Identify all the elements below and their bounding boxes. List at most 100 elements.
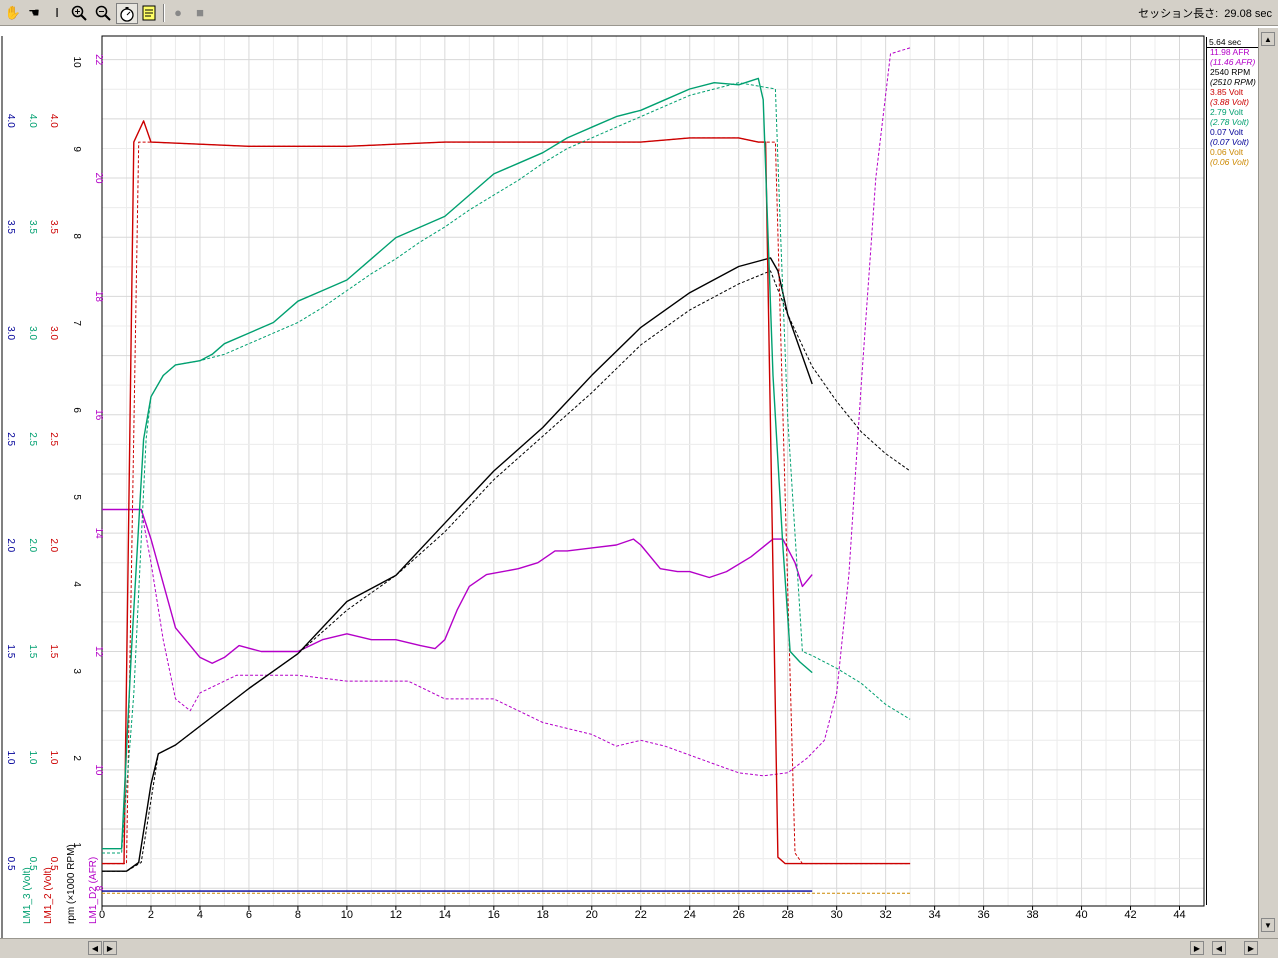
x-tick-label: 34 <box>928 909 940 921</box>
legend-entry: (0.07 Volt) <box>1210 137 1249 147</box>
y-axis-label: LM1_D2 (AFR) <box>88 857 99 924</box>
session-length-label: セッション長さ <box>1138 8 1216 20</box>
y-tick-label: 12 <box>93 646 104 658</box>
toolbar: ✋ ☚ I ● ■ セッション長さ: 29.08 sec <box>0 0 1278 26</box>
vertical-scrollbar[interactable]: ▲ ▼ <box>1258 28 1278 938</box>
y-tick-label: 20 <box>93 172 104 184</box>
legend-entry: (0.06 Volt) <box>1210 157 1249 167</box>
y-tick-label: 2.5 <box>5 432 16 446</box>
y-tick-label: 3 <box>71 668 82 674</box>
record-icon[interactable]: ● <box>168 3 188 22</box>
x-tick-label: 44 <box>1173 909 1185 921</box>
y-tick-label: 2 <box>71 755 82 761</box>
y-tick-label: 6 <box>71 407 82 413</box>
y-tick-label: 18 <box>93 291 104 303</box>
y-tick-label: 2.5 <box>48 432 59 446</box>
y-tick-label: 0.5 <box>5 857 16 871</box>
y-tick-label: 1.0 <box>27 751 38 765</box>
scroll-right-icon-2[interactable]: ▶ <box>1244 941 1258 955</box>
x-tick-label: 28 <box>782 909 794 921</box>
legend-entry: (2.78 Volt) <box>1210 117 1249 127</box>
legend-entry: 3.85 Volt <box>1210 87 1244 97</box>
x-tick-label: 40 <box>1075 909 1087 921</box>
zoom-out-icon[interactable] <box>93 3 113 22</box>
y-axis-label: rpm (×1000 RPM) <box>66 844 77 924</box>
legend-entry: 0.07 Volt <box>1210 127 1244 137</box>
series-line <box>102 120 911 865</box>
horizontal-scrollbar[interactable]: ◀ ▶ ▶ ◀ ▶ <box>0 938 1278 958</box>
notepad-icon[interactable] <box>139 3 159 22</box>
scroll-up-icon[interactable]: ▲ <box>1261 32 1275 46</box>
series-line <box>102 77 813 850</box>
toolbar-separator <box>163 4 165 22</box>
y-tick-label: 2.0 <box>27 538 38 552</box>
y-tick-label: 22 <box>93 54 104 66</box>
stopwatch-icon[interactable] <box>116 3 138 24</box>
legend-time: 5.64 sec <box>1206 37 1258 48</box>
y-tick-label: 14 <box>93 528 104 540</box>
y-tick-label: 1.0 <box>48 751 59 765</box>
legend-entry: (2510 RPM) <box>1210 77 1256 87</box>
scroll-left-icon[interactable]: ◀ <box>88 941 102 955</box>
y-tick-label: 3.5 <box>27 220 38 234</box>
y-tick-label: 1.5 <box>48 644 59 658</box>
y-tick-label: 1.0 <box>5 751 16 765</box>
y-tick-label: 3.5 <box>48 220 59 234</box>
axis-strip <box>0 28 102 938</box>
scroll-down-icon[interactable]: ▼ <box>1261 918 1275 932</box>
y-tick-label: 3.5 <box>5 220 16 234</box>
series-line <box>102 257 813 872</box>
series-line <box>102 82 911 854</box>
y-tick-label: 3.0 <box>48 326 59 340</box>
scroll-right-end-icon[interactable]: ▶ <box>1190 941 1204 955</box>
y-tick-label: 3.0 <box>5 326 16 340</box>
x-tick-label: 6 <box>246 909 252 921</box>
x-tick-label: 24 <box>684 909 696 921</box>
y-tick-label: 7 <box>71 320 82 326</box>
legend-entry: (3.88 Volt) <box>1210 97 1249 107</box>
x-tick-label: 12 <box>390 909 402 921</box>
stop-icon[interactable]: ■ <box>190 3 210 22</box>
scroll-right-icon[interactable]: ▶ <box>103 941 117 955</box>
x-tick-label: 32 <box>880 909 892 921</box>
x-tick-label: 14 <box>439 909 451 921</box>
scroll-left-icon-2[interactable]: ◀ <box>1212 941 1226 955</box>
y-tick-label: 1.5 <box>5 644 16 658</box>
y-tick-label: 1.5 <box>27 644 38 658</box>
x-tick-label: 26 <box>733 909 745 921</box>
plot-frame <box>101 35 1205 907</box>
grab-hand-icon[interactable]: ☚ <box>24 3 44 22</box>
zoom-in-icon[interactable] <box>69 3 89 22</box>
x-tick-label: 2 <box>148 909 154 921</box>
y-axis-label: LM1_2 (Volt) <box>43 867 54 924</box>
y-tick-label: 4.0 <box>27 114 38 128</box>
legend-entry: 2.79 Volt <box>1210 107 1244 117</box>
log-chart[interactable]: 0 2 4 6 8 10 12 14 16 18 20 22 24 26 28 30 32 34 36 38 40 42 4… <box>0 28 1206 938</box>
session-length-value: 29.08 sec <box>1224 8 1272 20</box>
y-tick-label: 10 <box>93 764 104 776</box>
legend-entry: (11.46 AFR) <box>1210 57 1256 67</box>
series-line <box>102 137 911 865</box>
series-line <box>102 47 911 777</box>
y-tick-label: 5 <box>71 494 82 500</box>
x-tick-label: 36 <box>977 909 989 921</box>
hand-icon[interactable]: ✋ <box>3 3 23 22</box>
y-tick-label: 2.0 <box>48 538 59 552</box>
x-tick-label: 8 <box>295 909 301 921</box>
series-line <box>102 508 813 664</box>
x-tick-label: 30 <box>831 909 843 921</box>
y-tick-label: 3.0 <box>27 326 38 340</box>
legend-entry: 0.06 Volt <box>1210 147 1244 157</box>
y-tick-label: 4.0 <box>5 114 16 128</box>
y-tick-label: 4.0 <box>48 114 59 128</box>
legend-entry: 11.98 AFR <box>1210 47 1250 57</box>
legend-time-value: 5.64 sec <box>1209 37 1242 47</box>
session-length: セッション長さ: 29.08 sec <box>1138 8 1272 20</box>
x-tick-label: 22 <box>635 909 647 921</box>
text-cursor-icon[interactable]: I <box>47 3 67 22</box>
x-tick-label: 0 <box>99 909 105 921</box>
y-tick-label: 16 <box>93 409 104 421</box>
x-tick-label: 10 <box>341 909 353 921</box>
y-tick-label: 9 <box>71 146 82 152</box>
legend-entry: 2540 RPM <box>1210 67 1251 77</box>
